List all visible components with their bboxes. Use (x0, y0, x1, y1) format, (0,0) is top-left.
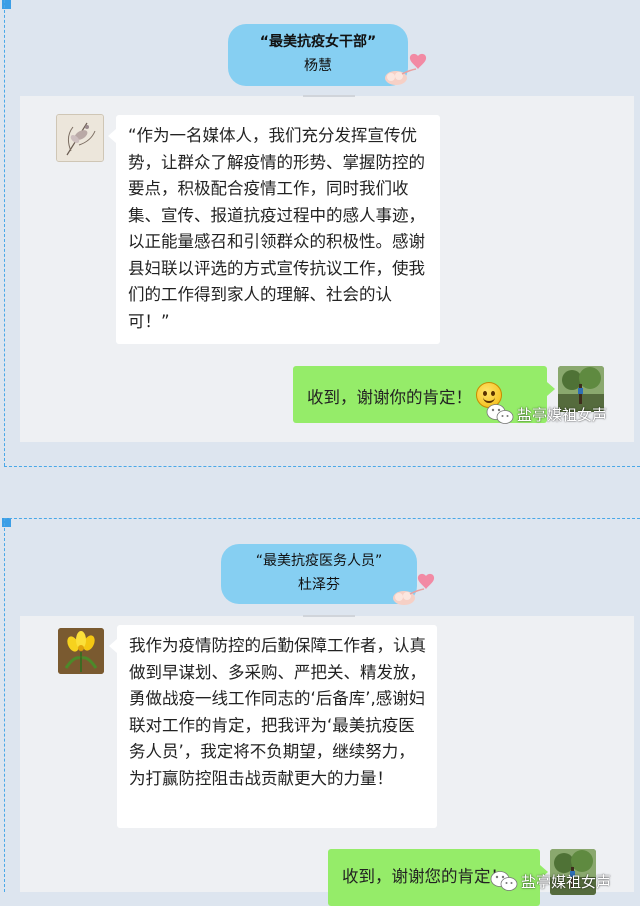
received-message-bubble: “作为一名媒体人，我们充分发挥宣传优势，让群众了解疫情的形势、掌握防控的要点，积… (108, 115, 440, 344)
person-name: 杜泽芬 (298, 577, 340, 593)
yellow-flower-avatar-icon (58, 628, 104, 674)
panel-divider (303, 615, 355, 617)
heart-flower-decoration-icon (393, 573, 435, 605)
panel-divider (303, 95, 355, 97)
award-title-pill: “最美抗疫女干部” 杨慧 (228, 24, 408, 86)
sent-message-text: 收到，谢谢你的肯定！ (307, 388, 472, 407)
section-award-2: “最美抗疫医务人员” 杜泽芬 我作为疫情防控的后勤保障工作者，认真做到早谋划、多… (0, 518, 640, 906)
section-dashed-border-bottom (4, 466, 640, 467)
watermark: 盐亭媒祖女声 (486, 403, 607, 429)
received-message-bubble: 我作为疫情防控的后勤保障工作者，认真做到早谋划、多采购、严把关、精发放，勇做战疫… (109, 625, 437, 828)
received-message-text: 我作为疫情防控的后勤保障工作者，认真做到早谋划、多采购、严把关、精发放，勇做战疫… (129, 636, 426, 788)
wechat-icon (490, 870, 518, 896)
section-dashed-border (4, 0, 5, 466)
section-award-1: “最美抗疫女干部” 杨慧 “作为一名媒体人，我们充分发挥宣传优势，让群众了解疫情… (0, 0, 640, 470)
sent-message-text: 收到，谢谢您的肯定！ (342, 867, 507, 886)
award-title-pill: “最美抗疫医务人员” 杜泽芬 (221, 544, 417, 604)
watermark-text: 盐亭媒祖女声 (521, 873, 612, 891)
award-title: “最美抗疫医务人员” (255, 553, 383, 569)
flower-sketch-avatar-icon (57, 115, 103, 161)
award-title: “最美抗疫女干部” (259, 34, 377, 50)
section-dashed-border (4, 518, 5, 892)
watermark: 盐亭媒祖女声 (490, 870, 611, 896)
received-message-text: “作为一名媒体人，我们充分发挥宣传优势，让群众了解疫情的形势、掌握防控的要点，积… (128, 126, 425, 331)
sender-avatar[interactable] (58, 628, 104, 674)
sender-avatar[interactable] (56, 114, 104, 162)
section-dashed-border-top (4, 518, 640, 519)
person-name: 杨慧 (304, 58, 332, 74)
watermark-text: 盐亭媒祖女声 (517, 406, 608, 424)
heart-flower-decoration-icon (385, 53, 427, 85)
wechat-icon (486, 403, 514, 429)
